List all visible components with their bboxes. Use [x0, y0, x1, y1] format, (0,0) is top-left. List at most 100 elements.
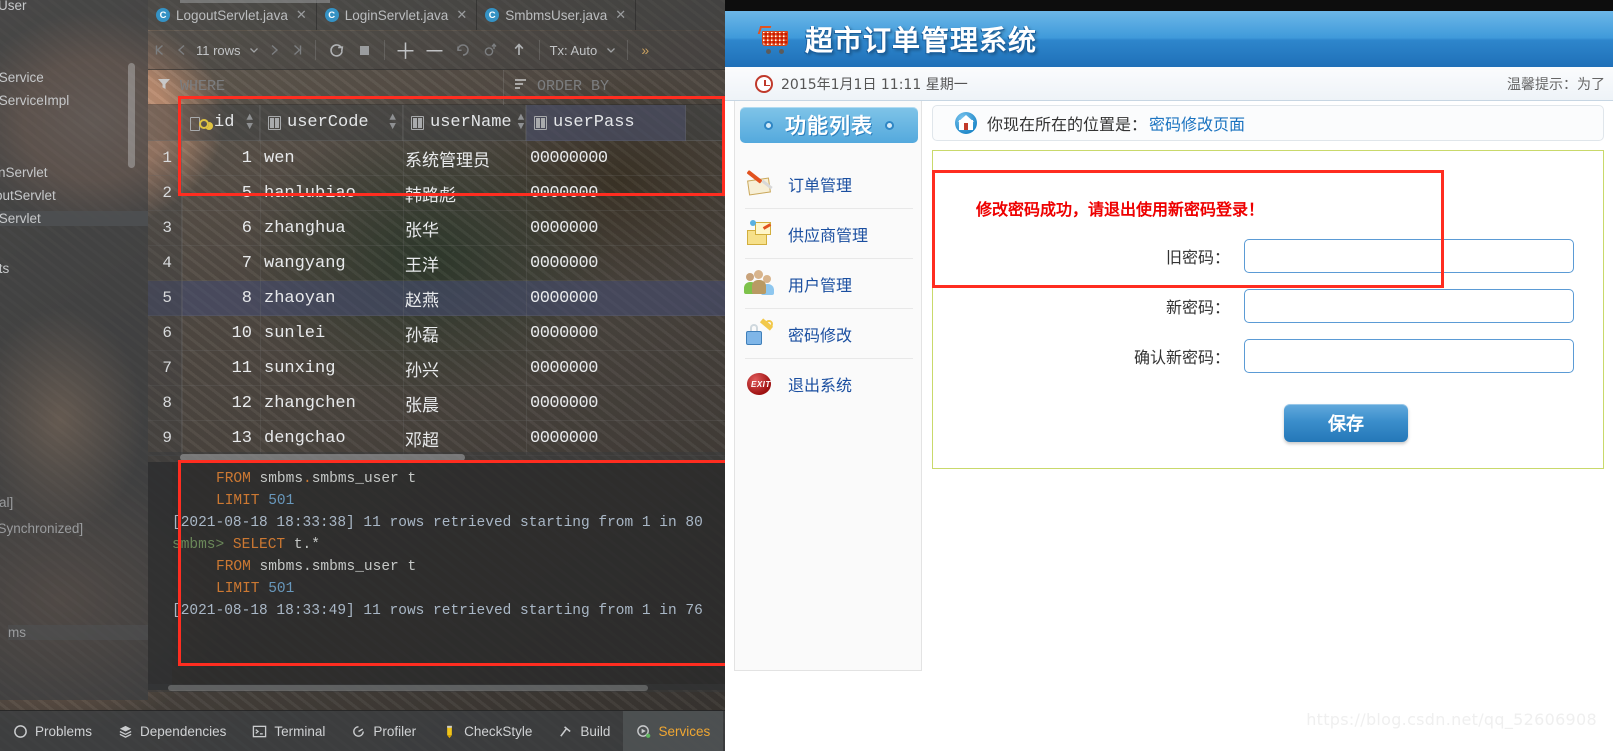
cell-username[interactable]: 赵燕: [403, 286, 526, 311]
column-header-id[interactable]: id ▲ ▼: [182, 104, 260, 141]
cell-usercode[interactable]: zhaoyan: [260, 289, 403, 308]
cell-usercode[interactable]: wangyang: [260, 254, 403, 273]
old-password-input[interactable]: [1244, 239, 1574, 273]
where-filter[interactable]: WHERE: [156, 76, 225, 97]
sidebar-item-exit-system[interactable]: EXIT 退出系统: [745, 359, 913, 409]
tool-button-profiler[interactable]: Profiler: [338, 711, 429, 751]
cell-username[interactable]: 韩路彪: [403, 181, 526, 206]
tool-button-problems[interactable]: Problems: [0, 711, 105, 751]
cell-username[interactable]: 孙磊: [403, 321, 526, 346]
sort-arrows-icon[interactable]: ▲ ▼: [389, 112, 396, 132]
editor-tab-smbmsuser[interactable]: C SmbmsUser.java ✕: [477, 0, 637, 30]
cell-usercode[interactable]: zhanghua: [260, 219, 403, 238]
table-row[interactable]: 3 6 zhanghua 张华 0000000: [148, 210, 725, 246]
cell-username[interactable]: 系统管理员: [403, 146, 526, 171]
column-header-usercode[interactable]: userCode ▲ ▼: [260, 104, 403, 141]
cell-userpass[interactable]: 0000000: [526, 359, 646, 378]
tool-button-terminal[interactable]: Terminal: [239, 711, 338, 751]
sort-arrows-icon[interactable]: ▲ ▼: [246, 112, 253, 132]
cell-userpass[interactable]: 0000000: [526, 394, 646, 413]
database-console-output[interactable]: FROM smbms.smbms_user t LIMIT 501 [2021-…: [148, 462, 725, 690]
cell-username[interactable]: 孙兴: [403, 356, 526, 381]
column-header-userpass[interactable]: userPass: [526, 104, 686, 141]
first-page-icon[interactable]: [148, 31, 172, 70]
editor-tab-loginservlet[interactable]: C LoginServlet.java ✕: [317, 0, 478, 30]
cell-username[interactable]: 邓超: [403, 426, 526, 451]
cell-id[interactable]: 6: [182, 219, 260, 238]
project-tree-panel[interactable]: msUser serService serServiceImpl oginSer…: [0, 0, 148, 700]
chevron-down-icon[interactable]: [601, 31, 621, 70]
grid-horizontal-scrollbar[interactable]: [148, 452, 725, 462]
db-node-ms[interactable]: ms: [8, 625, 148, 640]
column-header-username[interactable]: userName ▲ ▼: [403, 104, 526, 141]
submit-icon[interactable]: [505, 31, 533, 70]
tree-item-constants[interactable]: tants: [0, 261, 9, 276]
cell-usercode[interactable]: zhangchen: [260, 394, 403, 413]
table-row[interactable]: 1 1 wen 系统管理员 00000000: [148, 140, 725, 176]
sort-arrows-icon[interactable]: ▲ ▼: [518, 112, 525, 132]
cell-id[interactable]: 10: [182, 324, 260, 343]
cell-id[interactable]: 12: [182, 394, 260, 413]
tool-button-checkstyle[interactable]: CheckStyle: [429, 711, 545, 751]
cell-username[interactable]: 张晨: [403, 391, 526, 416]
commit-icon[interactable]: [477, 31, 505, 70]
cell-id[interactable]: 5: [182, 184, 260, 203]
cell-id[interactable]: 11: [182, 359, 260, 378]
data-grid[interactable]: id ▲ ▼ userCode ▲ ▼ userName ▲ ▼ userPass: [148, 104, 725, 456]
tree-item-userservice[interactable]: serService: [0, 70, 44, 85]
cell-id[interactable]: 7: [182, 254, 260, 273]
new-password-input[interactable]: [1244, 289, 1574, 323]
cell-userpass[interactable]: 0000000: [526, 429, 646, 448]
prev-page-icon[interactable]: [172, 31, 192, 70]
table-row[interactable]: 7 11 sunxing 孙兴 0000000: [148, 350, 725, 386]
data-grid-header[interactable]: id ▲ ▼ userCode ▲ ▼ userName ▲ ▼ userPass: [148, 104, 725, 141]
tool-button-dependencies[interactable]: Dependencies: [105, 711, 239, 751]
tool-window-bar[interactable]: Problems Dependencies Terminal Profiler …: [0, 710, 725, 751]
table-row[interactable]: 5 8 zhaoyan 赵燕 0000000: [148, 280, 725, 316]
db-node-local[interactable]: [local]: [0, 495, 13, 510]
cell-username[interactable]: 张华: [403, 216, 526, 241]
cell-usercode[interactable]: sunlei: [260, 324, 403, 343]
stop-icon[interactable]: [352, 31, 378, 70]
tool-button-services[interactable]: Services: [623, 710, 724, 751]
save-button[interactable]: 保存: [1284, 404, 1408, 442]
cell-userpass[interactable]: 0000000: [526, 219, 646, 238]
filter-bar[interactable]: WHERE ORDER BY: [148, 70, 725, 105]
cell-userpass[interactable]: 0000000: [526, 184, 646, 203]
tree-item-smbmsuser[interactable]: msUser: [0, 0, 27, 13]
db-node-synchronized[interactable]: ar [Synchronized]: [0, 521, 83, 536]
editor-tab-logoutservlet[interactable]: C LogoutServlet.java ✕: [148, 0, 317, 30]
cell-userpass[interactable]: 0000000: [526, 289, 646, 308]
cell-userpass[interactable]: 00000000: [526, 149, 646, 168]
cell-usercode[interactable]: hanlubiao: [260, 184, 403, 203]
cell-id[interactable]: 13: [182, 429, 260, 448]
refresh-icon[interactable]: [322, 31, 352, 70]
editor-tab-bar[interactable]: C LogoutServlet.java ✕ C LoginServlet.ja…: [148, 0, 725, 30]
cell-userpass[interactable]: 0000000: [526, 324, 646, 343]
table-row[interactable]: 6 10 sunlei 孙磊 0000000: [148, 315, 725, 351]
table-row[interactable]: 2 5 hanlubiao 韩路彪 0000000: [148, 175, 725, 211]
chevron-right-icon[interactable]: »: [634, 31, 656, 70]
close-icon[interactable]: ✕: [615, 7, 626, 23]
cell-id[interactable]: 8: [182, 289, 260, 308]
cell-id[interactable]: 1: [182, 149, 260, 168]
close-icon[interactable]: ✕: [296, 7, 307, 23]
cell-usercode[interactable]: dengchao: [260, 429, 403, 448]
cell-usercode[interactable]: sunxing: [260, 359, 403, 378]
chevron-down-icon[interactable]: [245, 31, 263, 70]
table-row[interactable]: 8 12 zhangchen 张晨 0000000: [148, 385, 725, 421]
tree-vertical-scrollbar[interactable]: [128, 63, 135, 168]
revert-icon[interactable]: [449, 31, 477, 70]
cell-userpass[interactable]: 0000000: [526, 254, 646, 273]
confirm-password-input[interactable]: [1244, 339, 1574, 373]
console-horizontal-scrollbar[interactable]: [148, 684, 725, 692]
sidebar-item-supplier-management[interactable]: 供应商管理: [745, 209, 913, 259]
add-row-icon[interactable]: ＋: [391, 31, 421, 70]
sidebar-item-order-management[interactable]: 订单管理: [745, 159, 913, 209]
tree-item-logoutservlet[interactable]: ogoutServlet: [0, 188, 56, 203]
tree-item-userservlet[interactable]: serServlet: [0, 211, 148, 226]
cell-username[interactable]: 王洋: [403, 251, 526, 276]
tree-item-userserviceimpl[interactable]: serServiceImpl: [0, 93, 69, 108]
tree-item-loginservlet[interactable]: oginServlet: [0, 165, 48, 180]
last-page-icon[interactable]: [285, 31, 309, 70]
